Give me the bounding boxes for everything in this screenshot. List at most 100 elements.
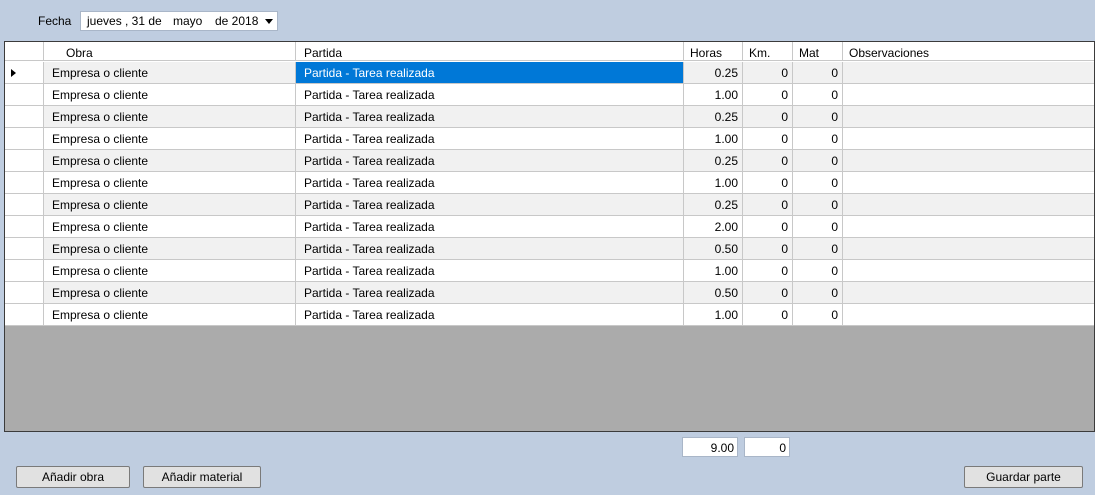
row-header[interactable] [5,304,44,326]
table-row[interactable]: Empresa o cliente Partida - Tarea realiza… [5,128,1094,150]
cell-partida[interactable]: Partida - Tarea realizada [296,106,684,128]
row-header[interactable] [5,150,44,172]
table-row[interactable]: Empresa o cliente Partida - Tarea realiza… [5,194,1094,216]
cell-partida[interactable]: Partida - Tarea realizada [296,282,684,304]
cell-km[interactable]: 0 [743,194,793,216]
cell-horas[interactable]: 0.25 [684,150,743,172]
cell-horas[interactable]: 0.25 [684,194,743,216]
cell-partida[interactable]: Partida - Tarea realizada [296,62,684,84]
cell-horas[interactable]: 1.00 [684,260,743,282]
cell-horas[interactable]: 0.50 [684,282,743,304]
cell-mat[interactable]: 0 [793,194,843,216]
cell-horas[interactable]: 1.00 [684,304,743,326]
cell-obs[interactable] [843,106,1094,128]
cell-obs[interactable] [843,150,1094,172]
cell-horas[interactable]: 2.00 [684,216,743,238]
column-header-partida[interactable]: Partida [296,42,684,61]
table-row[interactable]: Empresa o cliente Partida - Tarea realiza… [5,84,1094,106]
table-row[interactable]: Empresa o cliente Partida - Tarea realiza… [5,62,1094,84]
add-obra-button[interactable]: Añadir obra [16,466,130,488]
cell-mat[interactable]: 0 [793,282,843,304]
cell-partida[interactable]: Partida - Tarea realizada [296,238,684,260]
cell-horas[interactable]: 1.00 [684,84,743,106]
column-header-km[interactable]: Km. [743,42,793,61]
cell-horas[interactable]: 0.25 [684,62,743,84]
cell-horas[interactable]: 1.00 [684,128,743,150]
chevron-down-icon[interactable] [265,19,273,24]
cell-obra[interactable]: Empresa o cliente [44,304,296,326]
cell-partida[interactable]: Partida - Tarea realizada [296,194,684,216]
cell-obs[interactable] [843,304,1094,326]
cell-obra[interactable]: Empresa o cliente [44,150,296,172]
data-grid[interactable]: Obra Partida Horas Km. Mat Observaciones… [4,41,1095,432]
row-header[interactable] [5,172,44,194]
cell-obra[interactable]: Empresa o cliente [44,106,296,128]
cell-mat[interactable]: 0 [793,106,843,128]
date-picker[interactable]: jueves , 31 de mayo de 2018 [80,11,278,31]
row-header[interactable] [5,216,44,238]
cell-obs[interactable] [843,216,1094,238]
cell-obra[interactable]: Empresa o cliente [44,238,296,260]
table-row[interactable]: Empresa o cliente Partida - Tarea realiza… [5,150,1094,172]
cell-obra[interactable]: Empresa o cliente [44,84,296,106]
table-row[interactable]: Empresa o cliente Partida - Tarea realiza… [5,304,1094,326]
cell-obs[interactable] [843,260,1094,282]
cell-km[interactable]: 0 [743,150,793,172]
cell-km[interactable]: 0 [743,128,793,150]
cell-obra[interactable]: Empresa o cliente [44,260,296,282]
cell-mat[interactable]: 0 [793,238,843,260]
cell-mat[interactable]: 0 [793,62,843,84]
cell-mat[interactable]: 0 [793,260,843,282]
cell-km[interactable]: 0 [743,216,793,238]
cell-km[interactable]: 0 [743,282,793,304]
cell-partida[interactable]: Partida - Tarea realizada [296,304,684,326]
row-header[interactable] [5,282,44,304]
add-material-button[interactable]: Añadir material [143,466,261,488]
cell-km[interactable]: 0 [743,260,793,282]
cell-obs[interactable] [843,128,1094,150]
row-header[interactable] [5,128,44,150]
cell-partida[interactable]: Partida - Tarea realizada [296,84,684,106]
cell-obs[interactable] [843,172,1094,194]
cell-mat[interactable]: 0 [793,304,843,326]
cell-obs[interactable] [843,62,1094,84]
cell-obra[interactable]: Empresa o cliente [44,62,296,84]
cell-obs[interactable] [843,194,1094,216]
table-row[interactable]: Empresa o cliente Partida - Tarea realiza… [5,238,1094,260]
row-header[interactable] [5,106,44,128]
row-header[interactable] [5,62,44,84]
cell-mat[interactable]: 0 [793,128,843,150]
cell-horas[interactable]: 1.00 [684,172,743,194]
cell-obs[interactable] [843,282,1094,304]
cell-partida[interactable]: Partida - Tarea realizada [296,128,684,150]
cell-obra[interactable]: Empresa o cliente [44,216,296,238]
cell-mat[interactable]: 0 [793,216,843,238]
cell-partida[interactable]: Partida - Tarea realizada [296,172,684,194]
row-header[interactable] [5,238,44,260]
cell-obra[interactable]: Empresa o cliente [44,172,296,194]
cell-partida[interactable]: Partida - Tarea realizada [296,216,684,238]
table-row[interactable]: Empresa o cliente Partida - Tarea realiza… [5,216,1094,238]
table-row[interactable]: Empresa o cliente Partida - Tarea realiza… [5,282,1094,304]
cell-obra[interactable]: Empresa o cliente [44,282,296,304]
cell-km[interactable]: 0 [743,238,793,260]
cell-mat[interactable]: 0 [793,150,843,172]
cell-km[interactable]: 0 [743,172,793,194]
row-header[interactable] [5,260,44,282]
cell-mat[interactable]: 0 [793,84,843,106]
cell-mat[interactable]: 0 [793,172,843,194]
table-row[interactable]: Empresa o cliente Partida - Tarea realiza… [5,106,1094,128]
save-parte-button[interactable]: Guardar parte [964,466,1083,488]
column-header-mat[interactable]: Mat [793,42,843,61]
column-header-horas[interactable]: Horas [684,42,743,61]
row-header[interactable] [5,84,44,106]
row-header[interactable] [5,194,44,216]
cell-km[interactable]: 0 [743,84,793,106]
table-row[interactable]: Empresa o cliente Partida - Tarea realiza… [5,260,1094,282]
column-header-obra[interactable]: Obra [44,42,296,61]
cell-km[interactable]: 0 [743,304,793,326]
cell-partida[interactable]: Partida - Tarea realizada [296,260,684,282]
cell-obra[interactable]: Empresa o cliente [44,194,296,216]
cell-obra[interactable]: Empresa o cliente [44,128,296,150]
column-header-observaciones[interactable]: Observaciones [843,42,1094,61]
